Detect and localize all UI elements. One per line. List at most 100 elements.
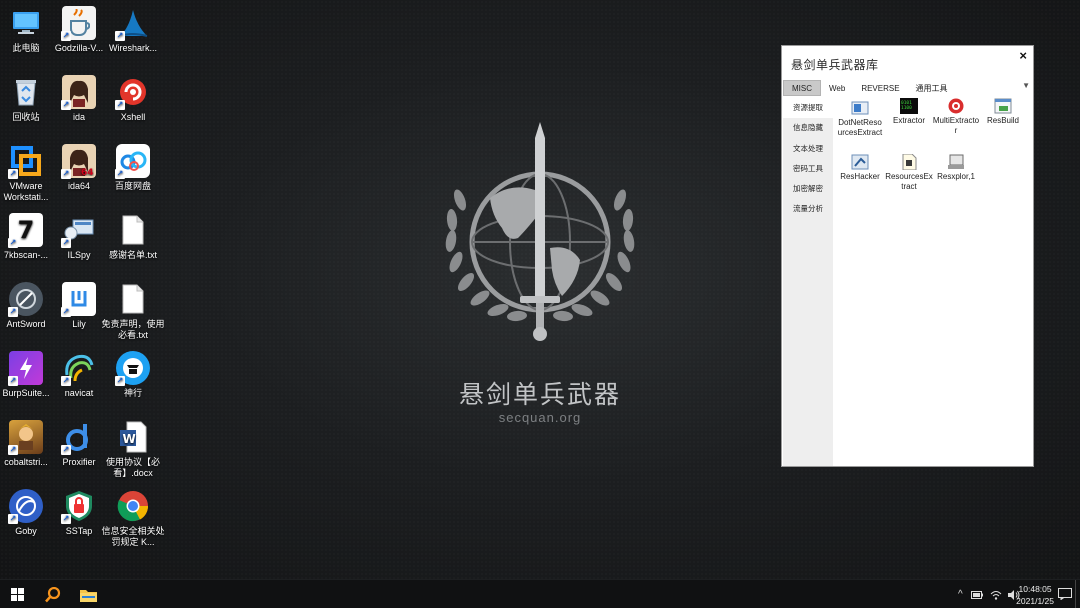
shortcut-arrow-icon: ↗: [8, 307, 18, 317]
xshell-icon: ↗: [115, 75, 150, 110]
desktop-icon-label: 信息安全相关处罚规定 K...: [101, 526, 165, 547]
desktop-icon-thanks-txt[interactable]: 感谢名单.txt: [101, 213, 165, 261]
chrome-icon: [116, 489, 150, 523]
tab-web[interactable]: Web: [821, 80, 853, 96]
weapon-library-window[interactable]: 悬剑单兵武器库 × MISC Web REVERSE 通用工具 ▼ 资源提取 信…: [781, 45, 1034, 467]
desktop-icon-wireshark[interactable]: ↗ Wireshark...: [101, 6, 165, 54]
tab-bar: MISC Web REVERSE 通用工具 ▼: [783, 80, 1033, 96]
desktop-icon-label: 百度网盘: [114, 181, 151, 191]
tool-label: Resxplor,1: [937, 172, 975, 181]
tool-label: ResHacker: [840, 172, 880, 181]
baidu-netdisk-icon: ↗: [115, 144, 150, 179]
terminal-icon: 0101 1100: [900, 98, 918, 114]
tab-general-tools[interactable]: 通用工具: [908, 80, 956, 96]
desktop-icon-disclaimer-txt[interactable]: 免责声明，使用必看.txt: [101, 282, 165, 341]
desktop-icon-label: 使用协议【必看】.docx: [105, 457, 160, 478]
tool-label: MultiExtractor: [932, 116, 980, 135]
wifi-icon[interactable]: [990, 590, 1002, 600]
sidebar-item-encrypt-decrypt[interactable]: 加密解密: [783, 179, 833, 199]
tool-label: ResourcesExtract: [885, 172, 933, 191]
sidebar-item-password-tools[interactable]: 密码工具: [783, 159, 833, 179]
tool-resxplor[interactable]: Resxplor,1: [932, 154, 980, 182]
shortcut-arrow-icon: ↗: [115, 31, 125, 41]
file-explorer-button[interactable]: [71, 580, 105, 608]
shortcut-arrow-icon: ↗: [8, 238, 18, 248]
shortcut-arrow-icon: ↗: [61, 445, 71, 455]
desktop-icon-shenxing[interactable]: ↗ 神行: [101, 351, 165, 399]
ida-portrait-icon: ↗: [61, 75, 96, 110]
desktop-icon-label: 感谢名单.txt: [108, 250, 157, 260]
tool-dotnet-resources-extract[interactable]: DotNetResourcesExtract: [836, 100, 884, 138]
lily-icon: ↗: [61, 282, 96, 317]
battery-icon[interactable]: [970, 590, 983, 599]
windows-logo-icon: [10, 588, 24, 601]
sidebar-item-resource-extract[interactable]: 资源提取: [783, 98, 833, 119]
desktop-icon-label: 免责声明，使用必看.txt: [101, 319, 165, 340]
clock[interactable]: 10:48:05 2021/1/25: [1016, 583, 1054, 607]
tab-misc[interactable]: MISC: [783, 80, 821, 96]
tab-reverse[interactable]: REVERSE: [853, 80, 907, 96]
tool-label: Extractor: [892, 116, 925, 125]
resbuild-icon: [994, 98, 1012, 114]
java-icon: ↗: [61, 6, 96, 41]
shortcut-arrow-icon: ↗: [61, 514, 71, 524]
shortcut-arrow-icon: ↗: [115, 376, 125, 386]
sidebar-item-steganography[interactable]: 信息隐藏: [783, 118, 833, 138]
notification-icon[interactable]: [1058, 588, 1072, 600]
sstap-shield-icon: ↗: [61, 489, 96, 524]
desktop-icon-agreement-docx[interactable]: W 使用协议【必看】.docx: [101, 420, 165, 479]
text-file-icon: [116, 282, 150, 316]
folder-icon: [79, 589, 97, 602]
shortcut-arrow-icon: ↗: [61, 238, 71, 248]
start-button[interactable]: [0, 580, 34, 608]
desktop-icon-label: 神行: [123, 388, 142, 398]
tool-resbuild[interactable]: ResBuild: [979, 98, 1027, 126]
tool-reshacker[interactable]: ResHacker: [836, 154, 884, 182]
tool-label: ResBuild: [986, 116, 1019, 125]
svg-text:W: W: [123, 432, 136, 446]
search-button[interactable]: [36, 580, 70, 608]
shortcut-arrow-icon: ↗: [61, 100, 71, 110]
sidebar-item-text-processing[interactable]: 文本处理: [783, 139, 833, 159]
tool-grid: DotNetResourcesExtract 0101 1100 Extracto…: [835, 98, 1033, 466]
tool-label: DotNetResourcesExtract: [837, 118, 883, 137]
tool-extractor[interactable]: 0101 1100 Extractor: [885, 98, 933, 126]
ilspy-icon: ↗: [61, 213, 96, 248]
desktop-icon-xshell[interactable]: ↗ Xshell: [101, 75, 165, 123]
antsword-icon: ↗: [8, 282, 43, 317]
shortcut-arrow-icon: ↗: [8, 169, 18, 179]
tool-resources-extract[interactable]: ResourcesExtract: [885, 153, 933, 192]
wireshark-fin-icon: ↗: [115, 6, 150, 41]
shortcut-arrow-icon: ↗: [8, 376, 18, 386]
shortcut-arrow-icon: ↗: [115, 169, 125, 179]
burpsuite-icon: ↗: [8, 351, 43, 386]
shortcut-arrow-icon: ↗: [8, 514, 18, 524]
wallpaper-subtitle: secquan.org: [498, 410, 582, 425]
sidebar-item-traffic-analysis[interactable]: 流量分析: [783, 199, 833, 219]
ida64-portrait-icon: 64 ↗: [61, 144, 96, 179]
desktop-icon-label: Xshell: [120, 112, 146, 122]
tool-multiextractor[interactable]: MultiExtractor: [932, 98, 980, 136]
computer-icon: [9, 6, 43, 40]
shenxing-icon: ↗: [115, 351, 150, 386]
shortcut-arrow-icon: ↗: [61, 31, 71, 41]
close-button[interactable]: ×: [1019, 48, 1027, 63]
system-tray: ^: [958, 580, 1020, 608]
clock-date: 2021/1/25: [1016, 596, 1054, 606]
shortcut-arrow-icon: ↗: [61, 376, 71, 386]
wallpaper-emblem: [430, 120, 650, 360]
tab-overflow-chevron-icon[interactable]: ▼: [1022, 81, 1030, 90]
vmware-icon: ↗: [8, 144, 43, 179]
desktop-icon-chrome-doc[interactable]: 信息安全相关处罚规定 K...: [101, 489, 165, 548]
desktop-icon-baidu-netdisk[interactable]: ↗ 百度网盘: [101, 144, 165, 192]
svg-text:64: 64: [81, 168, 94, 176]
seven-icon: 7 ↗: [8, 213, 43, 248]
multiextractor-icon: [947, 98, 965, 114]
tray-overflow-chevron-icon[interactable]: ^: [958, 589, 963, 600]
desktop-icon-label: Wireshark...: [108, 43, 157, 53]
search-icon: [45, 586, 61, 602]
word-doc-icon: W: [116, 420, 150, 454]
reshacker-icon: [851, 154, 869, 170]
resources-extract-icon: [900, 153, 918, 171]
show-desktop-button[interactable]: [1075, 580, 1080, 608]
